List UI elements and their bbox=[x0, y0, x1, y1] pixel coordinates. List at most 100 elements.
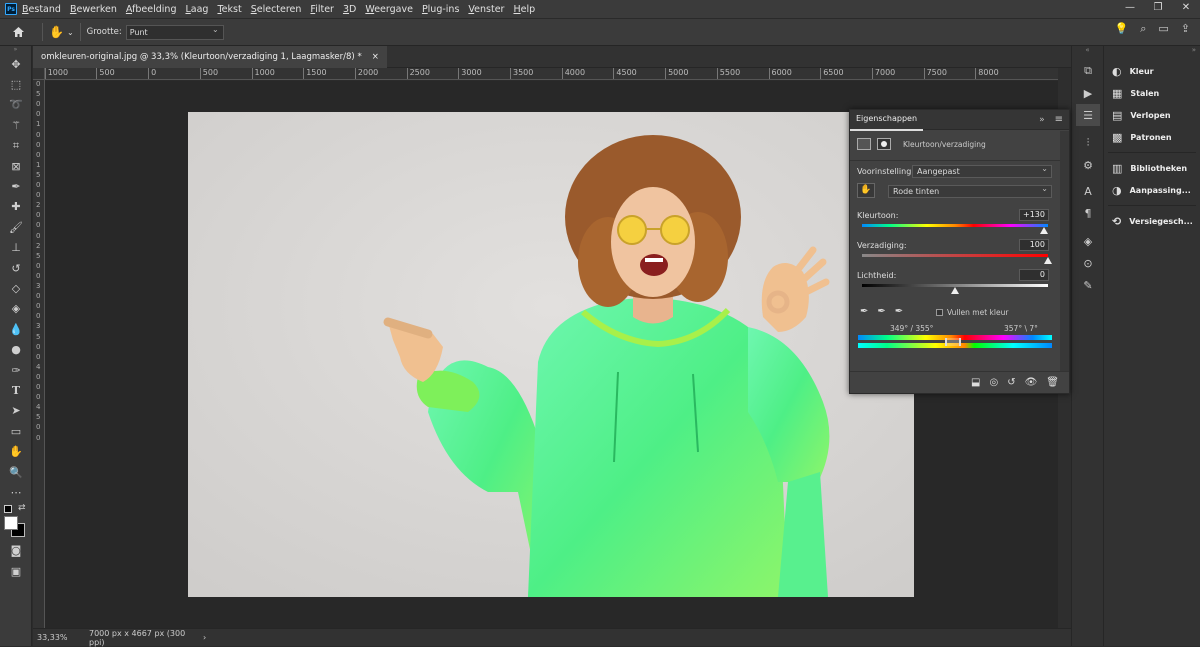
status-arrow-icon[interactable]: › bbox=[203, 633, 206, 642]
zoom-level[interactable]: 33,33% bbox=[33, 633, 85, 642]
document-tab[interactable]: omkleuren-original.jpg @ 33,3% (Kleurtoo… bbox=[33, 46, 387, 68]
menu-view[interactable]: Weergave bbox=[365, 4, 413, 15]
visibility-icon[interactable]: 👁 bbox=[1025, 377, 1038, 388]
adjustment-layer-icon[interactable] bbox=[857, 138, 871, 150]
saturation-input[interactable]: 100 bbox=[1019, 239, 1049, 251]
dock-item-bibliotheken[interactable]: ▥ Bibliotheken bbox=[1104, 157, 1200, 179]
photoshop-logo[interactable]: Ps bbox=[5, 3, 17, 15]
zoom-icon[interactable]: 🔍 bbox=[0, 462, 32, 482]
menu-3d[interactable]: 3D bbox=[343, 4, 356, 15]
channel-select[interactable]: Rode tinten bbox=[888, 183, 1052, 198]
size-select[interactable]: Punt bbox=[125, 23, 224, 40]
delete-icon[interactable]: 🗑 bbox=[1046, 377, 1059, 388]
channels-panel-icon[interactable]: ⊙ bbox=[1072, 252, 1104, 274]
actions-panel-icon[interactable]: ▶ bbox=[1072, 82, 1104, 104]
brush-settings-icon[interactable]: ⫶ bbox=[1072, 132, 1104, 154]
clone-stamp-icon[interactable]: ⊥ bbox=[0, 238, 32, 258]
path-selection-icon[interactable]: ➤ bbox=[0, 401, 32, 421]
preset-select[interactable]: Aangepast bbox=[912, 163, 1052, 178]
frame-icon[interactable]: ⊠ bbox=[0, 156, 32, 176]
minimize-button[interactable]: — bbox=[1116, 0, 1144, 18]
crop-icon[interactable]: ⌗ bbox=[0, 136, 32, 156]
move-icon[interactable]: ✥ bbox=[0, 54, 32, 74]
tool-presets-icon[interactable]: ⚙ bbox=[1072, 154, 1104, 176]
collapse-icon[interactable]: » bbox=[0, 46, 31, 54]
workspace-icon[interactable]: ▭ bbox=[1158, 22, 1168, 36]
menu-image[interactable]: Afbeelding bbox=[126, 4, 177, 15]
share-icon[interactable]: ⇪ bbox=[1181, 22, 1190, 36]
discover-icon[interactable]: 💡 bbox=[1115, 22, 1129, 36]
dodge-icon[interactable]: ● bbox=[0, 339, 32, 359]
dock-item-verlopen[interactable]: ▤ Verlopen bbox=[1104, 104, 1200, 126]
reset-icon[interactable]: ↺ bbox=[1007, 377, 1015, 388]
history-panel-icon[interactable]: ⧉ bbox=[1072, 60, 1104, 82]
saturation-slider-track[interactable] bbox=[862, 254, 1048, 257]
rectangle-icon[interactable]: ▭ bbox=[0, 421, 32, 441]
eyedropper-plus-icon[interactable]: ✒ bbox=[877, 306, 885, 317]
blur-icon[interactable]: 💧 bbox=[0, 319, 32, 339]
healing-brush-icon[interactable]: ✚ bbox=[0, 197, 32, 217]
menu-select[interactable]: Selecteren bbox=[251, 4, 302, 15]
collapse-panel-icon[interactable]: » bbox=[1039, 115, 1055, 125]
close-tab-icon[interactable]: × bbox=[372, 46, 379, 68]
search-icon[interactable]: ⌕ bbox=[1140, 22, 1146, 36]
layer-mask-icon[interactable] bbox=[877, 138, 891, 150]
dock-item-aanpassingen[interactable]: ◑ Aanpassing... bbox=[1104, 179, 1200, 201]
panel-menu-icon[interactable]: ≡ bbox=[1055, 114, 1069, 125]
hue-slider-track[interactable] bbox=[862, 224, 1048, 227]
lightness-input[interactable]: 0 bbox=[1019, 269, 1049, 281]
menu-help[interactable]: Help bbox=[513, 4, 535, 15]
menu-filter[interactable]: Filter bbox=[310, 4, 334, 15]
lightness-slider-thumb[interactable] bbox=[951, 287, 959, 294]
hue-input[interactable]: +130 bbox=[1019, 209, 1049, 221]
close-button[interactable]: ✕ bbox=[1172, 0, 1200, 18]
eyedropper-minus-icon[interactable]: ✒ bbox=[895, 306, 903, 317]
collapse-strip-icon[interactable]: « bbox=[1072, 46, 1103, 60]
magic-wand-icon[interactable]: ⚚ bbox=[0, 115, 32, 135]
clip-to-layer-icon[interactable]: ⬓ bbox=[971, 377, 980, 388]
dock-item-versiegeschiedenis[interactable]: ⟲ Versiegesch... bbox=[1104, 210, 1200, 232]
hand-icon[interactable]: ✋ bbox=[0, 441, 32, 461]
menu-layer[interactable]: Laag bbox=[185, 4, 208, 15]
hand-tool-preset-icon[interactable]: ✋ ⌄ bbox=[49, 25, 74, 39]
layers-panel-icon[interactable]: ◈ bbox=[1072, 230, 1104, 252]
default-colors-icon[interactable] bbox=[4, 504, 12, 513]
dock-item-patronen[interactable]: ▩ Patronen bbox=[1104, 126, 1200, 148]
document-image[interactable] bbox=[188, 112, 914, 597]
character-panel-icon[interactable]: A bbox=[1072, 180, 1104, 202]
marquee-icon[interactable]: ⬚ bbox=[0, 74, 32, 94]
history-brush-icon[interactable]: ↺ bbox=[0, 258, 32, 278]
paragraph-panel-icon[interactable]: ¶ bbox=[1072, 202, 1104, 224]
restore-button[interactable]: ❐ bbox=[1144, 0, 1172, 18]
dock-item-stalen[interactable]: ▦ Stalen bbox=[1104, 82, 1200, 104]
paths-panel-icon[interactable]: ✎ bbox=[1072, 274, 1104, 296]
targeted-adjustment-icon[interactable]: ✋ bbox=[857, 183, 875, 198]
screen-mode-icon[interactable]: ▣ bbox=[0, 561, 32, 581]
quick-mask-icon[interactable]: ◙ bbox=[0, 541, 32, 561]
properties-scrollbar[interactable] bbox=[1060, 131, 1069, 371]
properties-title[interactable]: Eigenschappen bbox=[850, 109, 924, 131]
saturation-slider-thumb[interactable] bbox=[1044, 257, 1052, 264]
menu-window[interactable]: Venster bbox=[468, 4, 504, 15]
expand-panels-icon[interactable]: » bbox=[1104, 46, 1200, 60]
lasso-icon[interactable]: ➰ bbox=[0, 95, 32, 115]
foreground-color-swatch[interactable] bbox=[4, 515, 18, 530]
pen-icon[interactable]: ✑ bbox=[0, 360, 32, 380]
properties-panel-icon[interactable]: ☰ bbox=[1076, 104, 1100, 126]
home-icon[interactable] bbox=[0, 26, 36, 38]
menu-edit[interactable]: Bewerken bbox=[70, 4, 117, 15]
more-tools-icon[interactable]: ⋯ bbox=[0, 482, 32, 502]
dock-item-kleur[interactable]: ◐ Kleur bbox=[1104, 60, 1200, 82]
brush-icon[interactable]: 🖌 bbox=[0, 217, 32, 237]
eraser-icon[interactable]: ◇ bbox=[0, 278, 32, 298]
view-previous-icon[interactable]: ◎ bbox=[989, 377, 998, 388]
hue-slider-thumb[interactable] bbox=[1040, 227, 1049, 234]
colorize-checkbox[interactable] bbox=[936, 309, 943, 316]
menu-plugins[interactable]: Plug-ins bbox=[422, 4, 459, 15]
type-icon[interactable]: T bbox=[0, 380, 32, 400]
menu-file[interactable]: Bestand bbox=[22, 4, 61, 15]
eyedropper-icon[interactable]: ✒ bbox=[0, 176, 32, 196]
hue-range-selector[interactable] bbox=[945, 338, 961, 346]
paint-bucket-icon[interactable]: ◈ bbox=[0, 299, 32, 319]
menu-type[interactable]: Tekst bbox=[217, 4, 241, 15]
